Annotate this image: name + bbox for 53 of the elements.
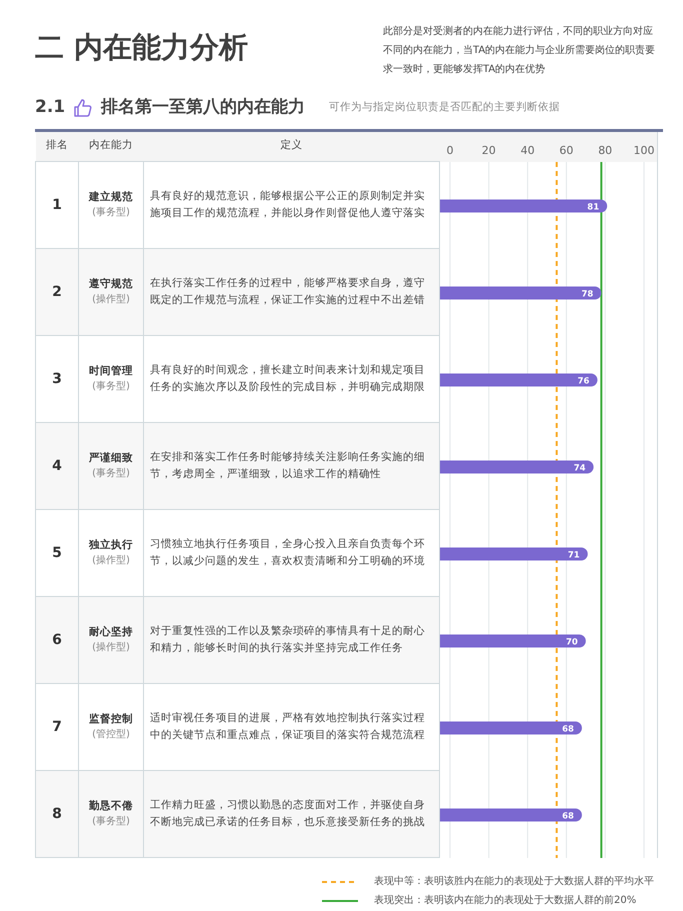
- intro-paragraph: 此部分是对受测者的内在能力进行评估，不同的职业方向对应不同的内在能力，当TA的内在能力与企业所需要岗位的职责要求一致时，更能够发挥TA的内在优势: [383, 24, 656, 77]
- ability-name: 时间管理: [88, 364, 134, 379]
- section-subtitle: 可作为与指定岗位职责是否匹配的主要判断依据: [329, 100, 560, 115]
- rank-cell: 8: [36, 770, 78, 858]
- bar-value-label: 71: [568, 550, 580, 560]
- bar-value-label: 68: [562, 724, 574, 734]
- rank-cell: 2: [36, 248, 78, 336]
- ability-name: 建立规范: [88, 190, 134, 205]
- ability-type: (事务型): [91, 466, 131, 482]
- axis-tick-label: 100: [634, 144, 654, 156]
- ability-name: 耐心坚持: [88, 624, 134, 640]
- definition-cell: 工作精力旺盛，习惯以勤恳的态度面对工作，并驱使自身不断地完成已承诺的任务目标，也乐意接受新任务的挑战: [144, 770, 440, 858]
- ability-name: 监督控制: [88, 712, 134, 727]
- section-number: 2.1: [35, 96, 66, 119]
- ability-type: (事务型): [91, 206, 131, 220]
- bar-value-label: 74: [574, 463, 586, 473]
- axis-tick-label: 20: [482, 144, 496, 156]
- rank-cell: 6: [36, 596, 78, 684]
- bar-value-label: 78: [581, 289, 594, 299]
- rank-cell: 4: [36, 422, 78, 510]
- ability-type: (操作型): [91, 292, 131, 308]
- ability-name: 严谨细致: [88, 450, 134, 466]
- definition-cell: 在安排和落实工作任务时能够持续关注影响任务实施的细节，考虑周全，严谨细致，以追求工作的精确性: [144, 422, 440, 510]
- column-header: 排名: [46, 138, 68, 150]
- ability-type: (操作型): [91, 640, 131, 656]
- ability-type: (事务型): [91, 814, 131, 830]
- definition-cell: 在执行落实工作任务的过程中，能够严格要求自身，遵守既定的工作规范与流程，保证工作实施的过程中不出差错: [144, 248, 440, 336]
- axis-tick-label: 40: [520, 144, 535, 156]
- ability-name: 独立执行: [88, 538, 134, 553]
- section-title: 排名第一至第八的内在能力: [101, 96, 306, 119]
- ability-type: (操作型): [91, 554, 131, 568]
- page-title: 二 内在能力分析: [35, 30, 248, 65]
- ability-name: 遵守规范: [88, 276, 134, 292]
- rank-cell: 5: [36, 510, 78, 596]
- legend-text: 表现突出：表明该内在能力的表现处于大数据人群的前20%: [374, 894, 636, 908]
- column-header: 内在能力: [89, 138, 133, 150]
- ability-name: 勤恳不倦: [88, 798, 134, 814]
- bar-value-label: 81: [587, 202, 600, 212]
- rank-cell: 3: [36, 336, 78, 422]
- bar-value-label: 68: [562, 811, 574, 821]
- thumbs-up-icon: [73, 98, 94, 118]
- bar-value-label: 70: [566, 637, 578, 647]
- bar-value-label: 76: [578, 376, 590, 386]
- axis-tick-label: 60: [559, 144, 574, 156]
- definition-cell: 对于重复性强的工作以及繁杂琐碎的事情具有十足的耐心和精力，能够长时间的执行落实并坚持完成工作任务: [144, 596, 440, 684]
- rank-cell: 1: [36, 162, 78, 248]
- ability-type: (事务型): [91, 380, 131, 394]
- rank-cell: 7: [36, 684, 78, 770]
- column-header: 定义: [280, 138, 302, 150]
- axis-tick-label: 80: [598, 144, 612, 156]
- legend-text: 表现中等：表明该胜内在能力的表现处于大数据人群的平均水平: [374, 874, 654, 889]
- axis-tick-label: 0: [446, 144, 454, 156]
- ability-type: (管控型): [91, 728, 131, 742]
